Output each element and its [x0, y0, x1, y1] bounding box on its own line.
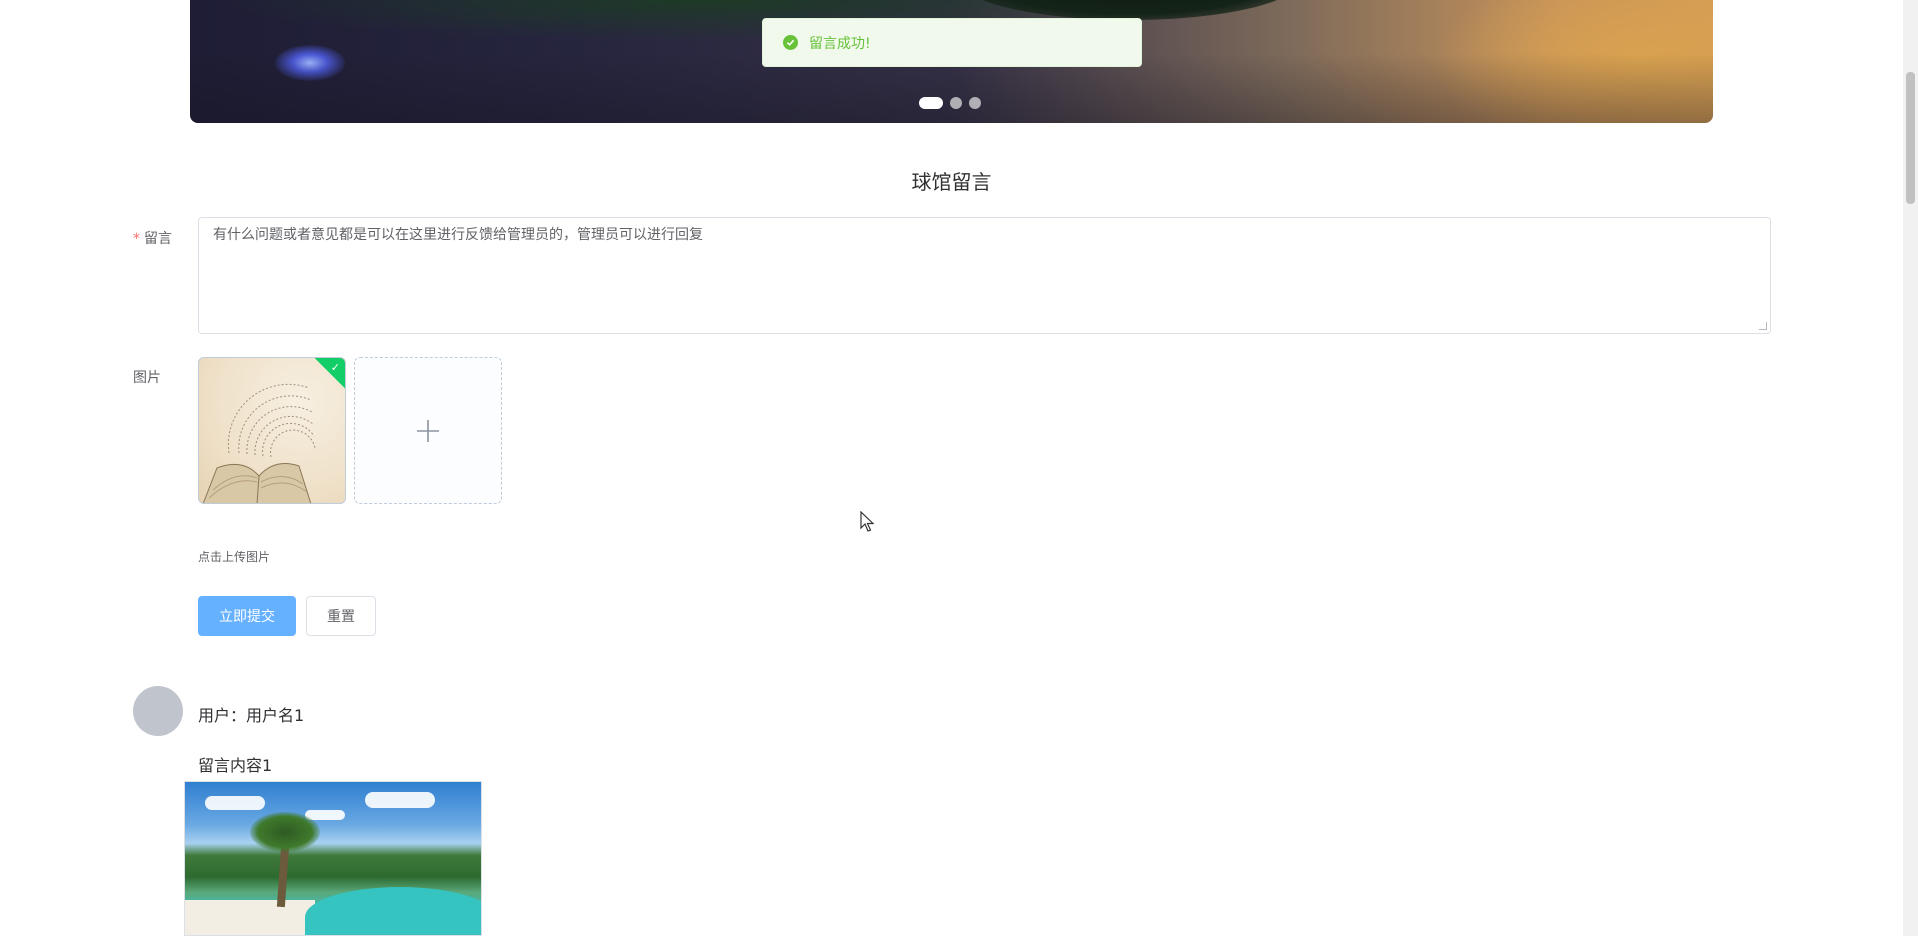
upload-success-icon: ✓: [330, 361, 340, 374]
message-textarea-value: 有什么问题或者意见都是可以在这里进行反馈给管理员的，管理员可以进行回复: [213, 227, 703, 243]
plus-icon: [417, 419, 439, 442]
book-image: [202, 383, 316, 503]
carousel-indicators: [919, 97, 981, 109]
carousel-image-ball: [960, 0, 1300, 20]
success-check-icon: [783, 35, 798, 50]
uploaded-image-thumbnail[interactable]: ✓: [198, 357, 346, 504]
comment-content: 留言内容1: [198, 756, 273, 775]
comment-image[interactable]: [184, 781, 482, 936]
message-label-text: 留言: [144, 231, 172, 247]
message-label: * 留言: [133, 228, 172, 248]
comment-user: 用户：用户名1: [198, 706, 305, 725]
resize-handle-icon[interactable]: [1759, 322, 1767, 330]
page-title: 球馆留言: [911, 170, 992, 194]
carousel-indicator-2[interactable]: [950, 97, 962, 109]
carousel-indicator-1[interactable]: [919, 97, 943, 109]
scrollbar-thumb[interactable]: [1906, 72, 1915, 204]
reset-button[interactable]: 重置: [306, 596, 376, 636]
mouse-cursor-icon: [860, 511, 875, 532]
required-mark: *: [133, 231, 140, 247]
toast-message: 留言成功!: [809, 35, 871, 52]
carousel-indicator-3[interactable]: [969, 97, 981, 109]
image-label: 图片: [133, 370, 161, 386]
image-upload-button[interactable]: [354, 357, 502, 504]
upload-tip: 点击上传图片: [198, 550, 271, 564]
success-toast: 留言成功!: [762, 18, 1142, 67]
page: 留言成功! 球馆留言 * 留言 有什么问题或者意见都是可以在这里进行反馈给管理员的…: [0, 0, 1918, 936]
avatar: [133, 686, 183, 736]
message-textarea[interactable]: 有什么问题或者意见都是可以在这里进行反馈给管理员的，管理员可以进行回复: [198, 217, 1771, 334]
page-scrollbar[interactable]: [1903, 0, 1918, 936]
submit-button[interactable]: 立即提交: [198, 596, 296, 636]
